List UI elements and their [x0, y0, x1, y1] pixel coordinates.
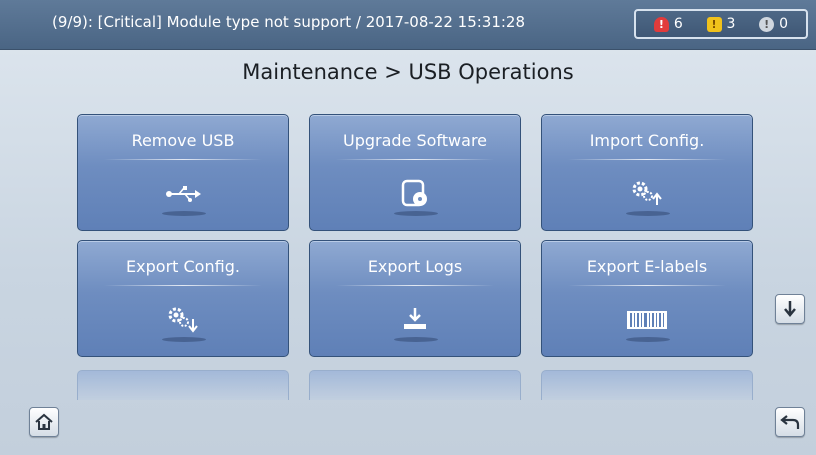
usb-icon — [166, 186, 201, 202]
minor-count: 0 — [779, 16, 789, 32]
export-elabels-button[interactable]: Export E-labels — [541, 240, 753, 357]
scroll-down-button[interactable] — [775, 294, 805, 324]
major-alarm-icon: ! — [706, 16, 722, 32]
tile-label: Import Config. — [589, 131, 705, 150]
back-icon — [780, 415, 800, 429]
major-count: 3 — [726, 16, 736, 32]
tile-label: Remove USB — [131, 131, 235, 150]
critical-count: 6 — [673, 16, 683, 32]
critical-alarm-count: ! 6 — [653, 16, 683, 32]
next-row-tile — [541, 370, 753, 400]
home-button[interactable] — [29, 407, 59, 437]
page-title: Maintenance > USB Operations — [242, 60, 574, 84]
next-row-tile — [77, 370, 289, 400]
tile-label: Upgrade Software — [342, 131, 488, 150]
export-logs-button[interactable]: Export Logs — [309, 240, 521, 357]
critical-alarm-icon: ! — [653, 16, 669, 32]
export-config-button[interactable]: Export Config. — [77, 240, 289, 357]
gear-export-icon — [168, 307, 198, 333]
tile-label: Export Logs — [367, 257, 463, 276]
alarm-message[interactable]: (9/9): [Critical] Module type not suppor… — [52, 13, 525, 31]
next-row-tile — [309, 370, 521, 400]
major-alarm-count: ! 3 — [706, 16, 736, 32]
remove-usb-button[interactable]: Remove USB — [77, 114, 289, 231]
home-icon — [35, 413, 53, 430]
import-config-button[interactable]: Import Config. — [541, 114, 753, 231]
back-button[interactable] — [775, 407, 805, 437]
arrow-down-icon — [784, 301, 796, 317]
minor-alarm-icon: ! — [759, 16, 775, 32]
tile-label: Export E-labels — [586, 257, 708, 276]
software-disk-icon — [401, 179, 427, 207]
alarm-bar[interactable]: (9/9): [Critical] Module type not suppor… — [0, 0, 816, 50]
gear-import-icon — [632, 181, 662, 205]
minor-alarm-count: ! 0 — [759, 16, 788, 32]
alarm-summary[interactable]: ! 6 ! 3 ! 0 — [634, 9, 808, 39]
barcode-icon — [627, 311, 667, 329]
download-log-icon — [404, 308, 426, 329]
tile-label: Export Config. — [126, 257, 240, 276]
upgrade-software-button[interactable]: Upgrade Software — [309, 114, 521, 231]
